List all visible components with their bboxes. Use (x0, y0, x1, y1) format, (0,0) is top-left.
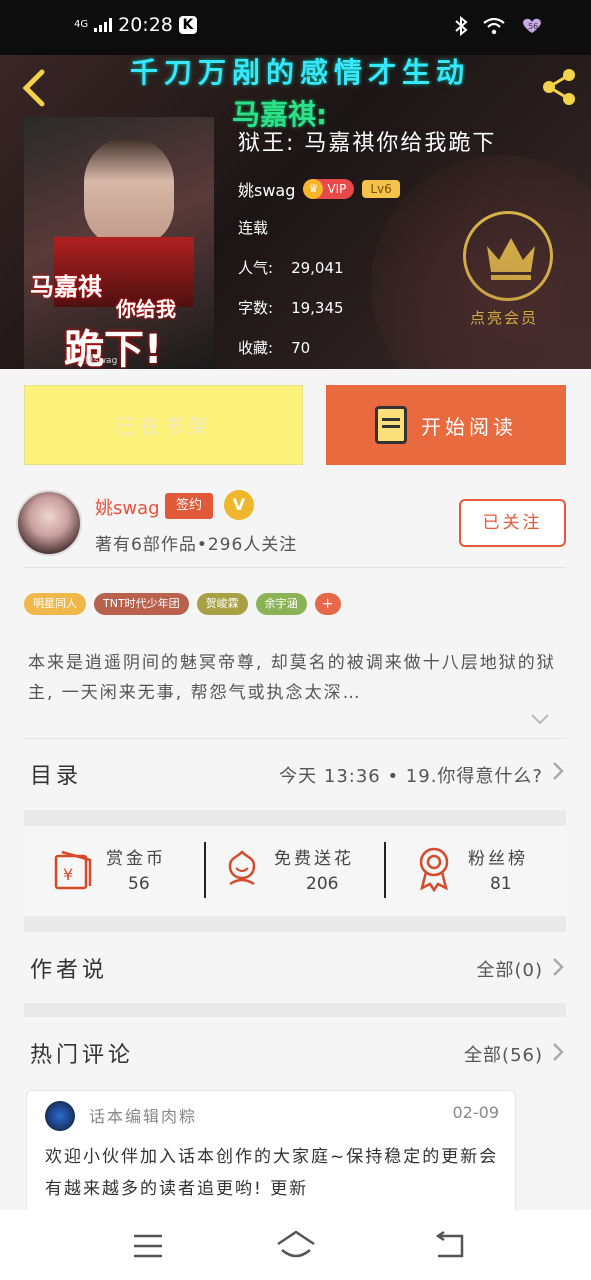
clock: 20:28 (118, 14, 173, 36)
favorites: 收藏: 70 (238, 339, 311, 357)
author-row: 姚swag ♛ VIP Lv6 (238, 177, 400, 201)
book-title: 狱王: 马嘉祺你给我跪下 (238, 131, 497, 156)
catalog-title: 目录 (30, 764, 83, 789)
tag[interactable]: 明星同人 (24, 593, 86, 615)
back-nav-button[interactable] (430, 1228, 470, 1264)
share-button[interactable] (537, 65, 581, 109)
divider (24, 738, 566, 739)
fan-ranking[interactable]: 粉丝榜 81 (386, 826, 566, 916)
network-type: 4G (74, 19, 89, 30)
book-intro[interactable]: 本来是逍遥阴间的魅冥帝尊, 却莫名的被调来做十八层地狱的狱主, 一天闲来无事, … (28, 648, 568, 708)
author-says-row[interactable]: 作者说 全部(0) (0, 932, 591, 1002)
divider (24, 567, 566, 568)
vip-badge: ♛ VIP (303, 179, 355, 199)
return-icon (435, 1230, 464, 1258)
tag[interactable]: 余宇涵 (255, 593, 307, 615)
latest-chapter: 今天 13:36 • 19.你得意什么? (279, 766, 543, 787)
crown-icon: ♛ (303, 179, 324, 199)
hot-comments-title: 热门评论 (30, 1043, 135, 1068)
system-nav-bar (0, 1210, 591, 1280)
back-button[interactable] (18, 68, 48, 108)
free-flowers[interactable]: 免费送花 206 (206, 826, 386, 916)
bluetooth-icon (453, 15, 469, 41)
svg-text:¥: ¥ (63, 865, 73, 884)
chevron-left-icon (22, 69, 45, 107)
signal-icon (94, 18, 113, 32)
author-says-all[interactable]: 全部(0) (477, 956, 544, 982)
expand-intro-button[interactable] (530, 710, 550, 729)
author-stats: 著有6部作品•296人关注 (95, 535, 298, 555)
popularity: 人气: 29,041 (238, 259, 344, 277)
commenter-name[interactable]: 话本编辑肉粽 (89, 1103, 197, 1127)
menu-button[interactable] (130, 1228, 170, 1264)
hot-comments-all[interactable]: 全部(56) (464, 1041, 543, 1067)
cover-watermark: ©姚swag (76, 356, 118, 366)
menu-icon (134, 1234, 162, 1258)
k-app-icon: K (178, 16, 197, 34)
commenter-avatar[interactable] (45, 1101, 75, 1131)
chevron-down-icon (531, 714, 549, 725)
chevron-right-icon (551, 1041, 565, 1069)
in-shelf-button[interactable]: 已在书架 (24, 385, 303, 465)
banner-line-1: 千刀万剐的感情才生动 (129, 56, 470, 89)
home-button[interactable] (274, 1228, 315, 1264)
comment-date: 02-09 (452, 1103, 500, 1122)
share-icon (543, 69, 575, 105)
author-name-link[interactable]: 姚swag (95, 494, 160, 520)
serial-status: 连载 (238, 219, 269, 237)
catalog-row[interactable]: 目录 今天 13:36 • 19.你得意什么? (0, 740, 591, 810)
crown-icon (487, 238, 535, 280)
word-count: 字数: 19,345 (238, 299, 344, 317)
author-says-title: 作者说 (30, 958, 109, 983)
book-cover[interactable]: 马嘉祺 你给我 跪下! ©姚swag (24, 117, 214, 369)
author-avatar[interactable] (16, 490, 82, 556)
tag[interactable]: 贺峻霖 (196, 593, 248, 615)
status-bar: 4G 20:28 K 56 (0, 0, 591, 55)
book-icon (375, 406, 407, 444)
battery-icon: 56 (519, 17, 545, 40)
member-button[interactable] (463, 211, 553, 301)
signed-badge: 签约 (165, 493, 213, 519)
level-badge: Lv6 (362, 180, 400, 198)
reward-coins[interactable]: ¥ 赏金币 56 (24, 826, 204, 916)
author-name[interactable]: 姚swag (238, 177, 295, 201)
medal-icon (419, 847, 449, 892)
hot-comments-row[interactable]: 热门评论 全部(56) (0, 1017, 591, 1087)
tag-list: 明星同人 TNT时代少年团 贺峻霖 余宇涵 + (24, 593, 341, 615)
wifi-icon (483, 17, 505, 40)
svg-text:56: 56 (528, 22, 538, 31)
tag[interactable]: TNT时代少年团 (94, 593, 189, 615)
followed-button[interactable]: 已关注 (459, 499, 566, 547)
cover-title-1: 马嘉祺 (30, 273, 102, 301)
more-tags-button[interactable]: + (314, 593, 341, 615)
flower-icon (228, 850, 256, 886)
member-label: 点亮会员 (470, 309, 539, 327)
comment-text: 欢迎小伙伴加入话本创作的大家庭~保持稳定的更新会有越来越多的读者追更哟! 更新 (45, 1147, 499, 1199)
red-envelope-icon: ¥ (54, 850, 92, 890)
start-reading-button[interactable]: 开始阅读 (326, 385, 566, 465)
verified-badge: V (224, 490, 254, 520)
chevron-right-icon (551, 956, 565, 984)
book-header: 千刀万剐的感情才生动 马嘉祺: 马嘉祺 你给我 跪下! ©姚swag 狱王: 马… (0, 55, 591, 369)
home-icon (277, 1230, 315, 1258)
interaction-stats: ¥ 赏金币 56 免费送花 206 粉丝榜 81 (24, 826, 566, 916)
chevron-right-icon (551, 760, 565, 788)
start-reading-label: 开始阅读 (421, 414, 517, 439)
cover-portrait (84, 137, 174, 247)
